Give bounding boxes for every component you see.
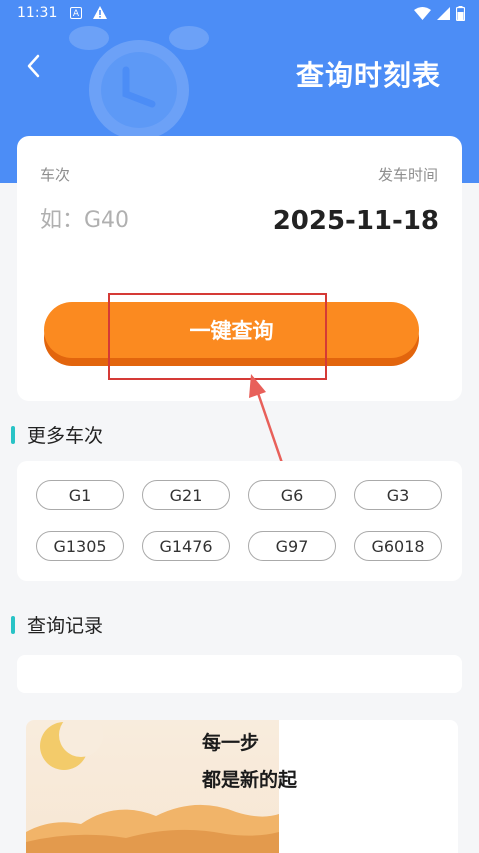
ad-banner[interactable]: 每一步 都是新的起 (26, 720, 458, 853)
history-title: 查询记录 (27, 615, 104, 637)
train-chip[interactable]: G97 (248, 531, 336, 561)
train-chip[interactable]: G6 (248, 480, 336, 510)
ad-text-line-2: 都是新的起 (202, 769, 298, 791)
history-heading: 查询记录 (11, 611, 103, 638)
back-button[interactable] (18, 50, 48, 82)
status-time: 11:31 (17, 5, 58, 21)
more-trains-heading: 更多车次 (11, 421, 103, 448)
history-list (17, 655, 462, 693)
train-chip[interactable]: G6018 (354, 531, 442, 561)
train-chip[interactable]: G3 (354, 480, 442, 510)
train-chip[interactable]: G21 (142, 480, 230, 510)
train-chip[interactable]: G1476 (142, 531, 230, 561)
page-title: 查询时刻表 (295, 59, 441, 92)
a-box-icon: A (70, 7, 82, 19)
query-button[interactable]: 一键查询 (44, 302, 419, 358)
alarm-clock-icon (69, 26, 209, 140)
train-chip[interactable]: G1 (36, 480, 124, 510)
warning-icon (93, 6, 107, 23)
section-accent-bar (11, 425, 15, 444)
wifi-icon (414, 7, 431, 20)
train-chip[interactable]: G1305 (36, 531, 124, 561)
ad-image: 每一步 都是新的起 (26, 720, 297, 853)
departure-date-picker[interactable]: 2025-11-18 (273, 206, 439, 236)
more-trains-card: G1 G21 G6 G3 G1305 G1476 G97 G6018 (17, 461, 462, 581)
departure-time-label: 发车时间 (377, 166, 438, 184)
signal-icon (437, 7, 450, 20)
ad-text-line-1: 每一步 (202, 732, 260, 754)
status-right-icons (414, 6, 465, 21)
train-number-input[interactable] (40, 204, 220, 236)
train-number-label: 车次 (40, 166, 71, 184)
battery-icon (456, 6, 465, 21)
search-card: 车次 发车时间 2025-11-18 一键查询 (17, 136, 462, 401)
chevron-left-icon (27, 54, 40, 78)
section-accent-bar (11, 615, 15, 634)
more-trains-title: 更多车次 (27, 425, 104, 447)
